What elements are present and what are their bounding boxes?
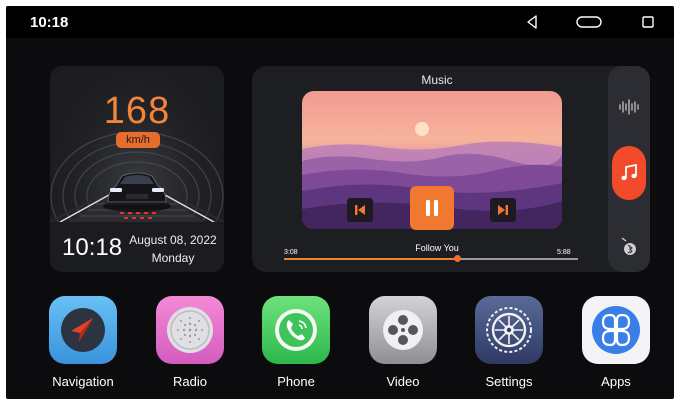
music-source-button[interactable] — [612, 146, 646, 200]
app-video[interactable]: Video — [358, 296, 448, 396]
speed-card: 168 km/h 10:18 August 08, 2022 Monday — [50, 66, 224, 272]
app-phone[interactable]: Phone — [251, 296, 341, 396]
app-label: Radio — [173, 374, 207, 389]
gear-icon — [475, 296, 543, 364]
next-icon — [498, 205, 508, 215]
pause-icon — [426, 200, 438, 216]
app-label: Apps — [601, 374, 631, 389]
navigation-arrow-icon — [49, 296, 117, 364]
music-player-card: Music Follow You 3:08 5:88 — [252, 66, 650, 272]
phone-handset-icon — [262, 296, 330, 364]
date-label: August 08, 2022 — [129, 233, 217, 247]
speedometer-panel: 168 km/h — [50, 66, 224, 222]
app-settings[interactable]: Settings — [464, 296, 554, 396]
infotainment-screen: 10:18 168 km/h 10:18 August 08, 2022 Mon… — [6, 6, 674, 399]
dashboard-clock: 10:18 — [62, 234, 123, 261]
pause-button[interactable] — [410, 186, 454, 230]
previous-icon — [355, 205, 365, 215]
status-bar: 10:18 — [6, 6, 674, 38]
speed-unit-badge: km/h — [116, 132, 160, 148]
app-label: Settings — [485, 374, 533, 389]
previous-button[interactable] — [347, 198, 373, 222]
speed-readout: 168 — [103, 90, 171, 132]
progress-knob[interactable] — [454, 255, 462, 262]
progress-slider[interactable] — [284, 255, 578, 262]
next-button[interactable] — [490, 198, 516, 222]
speaker-grille-icon — [156, 296, 224, 364]
back-icon[interactable] — [517, 11, 547, 33]
status-clock: 10:18 — [30, 14, 69, 31]
music-note-icon — [621, 163, 637, 181]
progress-fill — [284, 258, 458, 260]
home-icon[interactable] — [574, 11, 604, 33]
four-petal-grid-icon — [582, 296, 650, 364]
app-navigation[interactable]: Navigation — [38, 296, 128, 396]
total-time: 5:88 — [557, 249, 571, 256]
media-source-panel — [608, 66, 650, 272]
recents-icon[interactable] — [633, 11, 663, 33]
film-reel-icon — [369, 296, 437, 364]
app-apps[interactable]: Apps — [571, 296, 661, 396]
app-radio[interactable]: Radio — [145, 296, 235, 396]
weekday-label: Monday — [151, 251, 195, 265]
app-label: Phone — [277, 374, 315, 389]
app-label: Video — [386, 374, 420, 389]
equalizer-button[interactable] — [612, 90, 646, 124]
equalizer-icon — [619, 99, 639, 115]
music-title: Music — [421, 73, 453, 87]
bluetooth-icon — [621, 237, 636, 255]
app-label: Navigation — [52, 374, 114, 389]
bluetooth-audio-button[interactable] — [612, 230, 646, 264]
song-title: Follow You — [415, 243, 459, 253]
elapsed-time: 3:08 — [284, 249, 298, 256]
